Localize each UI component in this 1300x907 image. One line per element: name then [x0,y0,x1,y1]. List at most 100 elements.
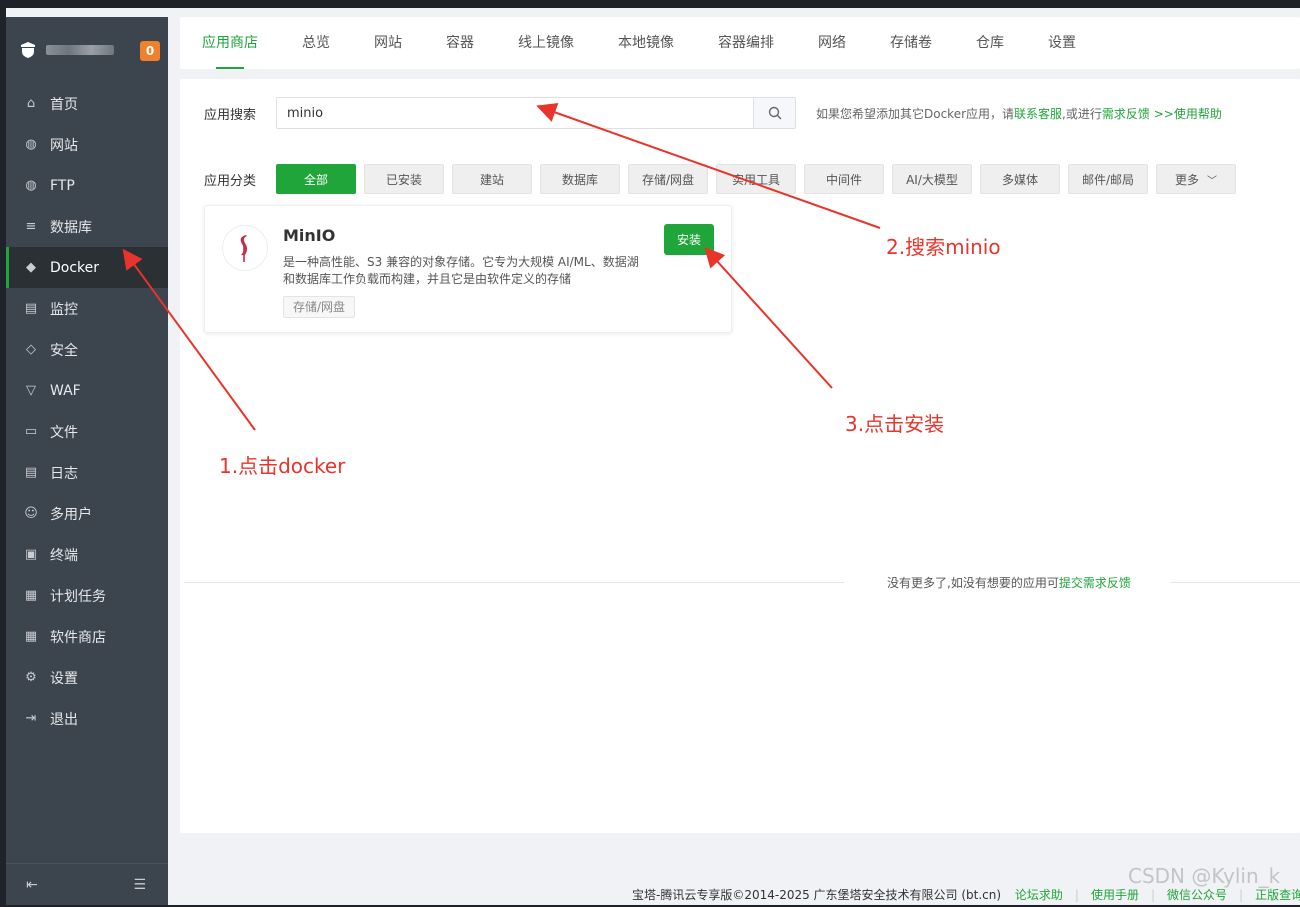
category-button-4[interactable]: 存储/网盘 [628,164,708,194]
sidebar-item-多用户[interactable]: ☺ 多用户 [6,493,168,534]
feedback-link[interactable]: 需求反馈 [1102,107,1150,121]
csdn-watermark: CSDN @Kylin_k [1128,864,1281,888]
page-footer: 宝塔-腾讯云专享版©2014-2025 广东堡塔安全技术有限公司 (bt.cn)… [632,886,1300,903]
category-button-2[interactable]: 建站 [452,164,532,194]
sidebar: 0 ⌂ 首页 ◍ 网站 ◍ FTP ≡ 数据库 ◆ Docker ▤ 监控 ◇ 安全 ▽ WAF ▭ 文件 ▤ 日志 ☺… [6,17,168,905]
folder-icon: ▭ [24,424,38,439]
notification-badge[interactable]: 0 [140,41,160,61]
app-description: 是一种高性能、S3 兼容的对象存储。它专为大规模 AI/ML、数据湖和数据库工作… [283,255,639,286]
divider-right [1170,582,1300,583]
category-button-3[interactable]: 数据库 [540,164,620,194]
collapse-sidebar-icon[interactable]: ⇤ [26,877,38,893]
sidebar-item-waf[interactable]: ▽ WAF [6,370,168,411]
sidebar-item-label: 首页 [50,96,78,113]
apps-grid-icon: ▦ [24,629,38,644]
install-button[interactable]: 安装 [664,224,714,255]
wechat-link[interactable]: 微信公众号 [1167,888,1227,902]
sidebar-item-网站[interactable]: ◍ 网站 [6,124,168,165]
sidebar-item-文件[interactable]: ▭ 文件 [6,411,168,452]
users-icon: ☺ [24,506,38,521]
category-button-7[interactable]: AI/大模型 [892,164,972,194]
shield-icon: ◇ [26,342,36,357]
category-button-1[interactable]: 已安装 [364,164,444,194]
category-label-text: 更多 [1174,172,1199,187]
sidebar-item-ftp[interactable]: ◍ FTP [6,165,168,206]
sidebar-item-docker[interactable]: ◆ Docker [6,247,168,288]
category-label: 应用分类 [204,173,257,189]
waf-shield-icon: ▽ [26,383,36,398]
app-window: 0 ⌂ 首页 ◍ 网站 ◍ FTP ≡ 数据库 ◆ Docker ▤ 监控 ◇ 安全 ▽ WAF ▭ 文件 ▤ 日志 ☺… [6,8,1300,905]
no-more-text: 没有更多了,如没有想要的应用可提交需求反馈 [887,574,1131,591]
usage-help-link[interactable]: >>使用帮助 [1150,107,1222,121]
help-mid: ,或进行 [1062,106,1102,121]
tab-8[interactable]: 存储卷 [890,17,932,69]
category-button-10[interactable]: 更多 ﹀ [1156,164,1236,194]
sidebar-item-label: 多用户 [50,506,92,523]
tab-2[interactable]: 网站 [374,17,402,69]
app-search-input[interactable] [277,98,753,128]
monitor-icon: ▤ [24,301,38,316]
tab-3[interactable]: 容器 [446,17,474,69]
sidebar-item-终端[interactable]: ▣ 终端 [6,534,168,575]
docker-icon: ◆ [26,260,36,275]
bt-logo-icon [18,40,38,60]
sidebar-item-数据库[interactable]: ≡ 数据库 [6,206,168,247]
category-label-text: 已安装 [385,172,422,187]
category-label-text: 多媒体 [1001,172,1038,187]
sidebar-item-首页[interactable]: ⌂ 首页 [6,83,168,124]
category-button-8[interactable]: 多媒体 [980,164,1060,194]
sidebar-item-label: 软件商店 [50,629,106,646]
category-button-6[interactable]: 中间件 [804,164,884,194]
tab-5[interactable]: 本地镜像 [618,17,674,69]
sidebar-item-日志[interactable]: ▤ 日志 [6,452,168,493]
sidebar-item-label: Docker [50,259,100,276]
copyright-text: 宝塔-腾讯云专享版©2014-2025 广东堡塔安全技术有限公司 (bt.cn) [632,888,1002,902]
gear-icon: ⚙ [25,670,37,685]
category-label-text: 建站 [479,172,504,187]
app-store-panel: 应用搜索 如果您希望添加其它Docker应用，请联系客服,或进行需求反馈 >>使… [180,79,1300,833]
sidebar-item-监控[interactable]: ▤ 监控 [6,288,168,329]
docker-tab-bar: 应用商店 总览 网站 容器 线上镜像 本地镜像 容器编排 网络 存储卷 仓库 设置 [180,17,1300,69]
help-text: 如果您希望添加其它Docker应用，请联系客服,或进行需求反馈 >>使用帮助 [816,105,1222,122]
contact-support-link[interactable]: 联系客服 [1014,107,1062,121]
sidebar-header: 0 [6,17,168,83]
category-button-5[interactable]: 实用工具 [716,164,796,194]
globe-icon: ◍ [25,137,37,152]
category-label-text: 实用工具 [731,172,780,187]
tab-7[interactable]: 网络 [818,17,846,69]
sidebar-item-设置[interactable]: ⚙ 设置 [6,657,168,698]
calendar-icon: ▦ [24,588,38,603]
sidebar-footer: ⇤ ☰ [6,863,168,905]
sidebar-item-label: 文件 [50,424,78,441]
tab-9[interactable]: 仓库 [976,17,1004,69]
annotation-step1: 1.点击docker [219,454,346,478]
category-buttons: 全部 已安装 建站 数据库 存储/网盘 实用工具 中间件 AI/大模型 多媒体 邮件/邮局 更多 ﹀ [276,164,1244,194]
server-name-blurred [46,45,114,55]
tab-0[interactable]: 应用商店 [202,17,258,69]
tab-10[interactable]: 设置 [1048,17,1076,69]
sidebar-item-label: 数据库 [50,219,92,236]
terminal-icon: ▣ [24,547,38,562]
genuine-check-link[interactable]: 正版查询 [1255,888,1300,902]
tab-6[interactable]: 容器编排 [718,17,774,69]
tab-1[interactable]: 总览 [302,17,330,69]
minio-logo-icon [222,225,268,271]
manual-link[interactable]: 使用手册 [1091,888,1139,902]
search-icon[interactable] [753,98,795,128]
forum-help-link[interactable]: 论坛求助 [1015,888,1063,902]
category-label-text: 中间件 [825,172,862,187]
database-icon: ≡ [25,219,37,234]
sidebar-item-安全[interactable]: ◇ 安全 [6,329,168,370]
sidebar-menu: ⌂ 首页 ◍ 网站 ◍ FTP ≡ 数据库 ◆ Docker ▤ 监控 ◇ 安全 ▽ WAF ▭ 文件 ▤ 日志 ☺ 多用… [6,83,168,739]
menu-list-icon[interactable]: ☰ [133,877,146,893]
category-button-0[interactable]: 全部 [276,164,356,194]
sidebar-item-label: 终端 [50,547,78,564]
sidebar-item-退出[interactable]: ⇥ 退出 [6,698,168,739]
sidebar-item-label: FTP [50,177,75,194]
category-button-9[interactable]: 邮件/邮局 [1068,164,1148,194]
sidebar-item-计划任务[interactable]: ▦ 计划任务 [6,575,168,616]
sidebar-item-软件商店[interactable]: ▦ 软件商店 [6,616,168,657]
submit-feedback-link[interactable]: 提交需求反馈 [1059,576,1131,590]
ftp-globe-icon: ◍ [25,178,37,193]
tab-4[interactable]: 线上镜像 [518,17,574,69]
